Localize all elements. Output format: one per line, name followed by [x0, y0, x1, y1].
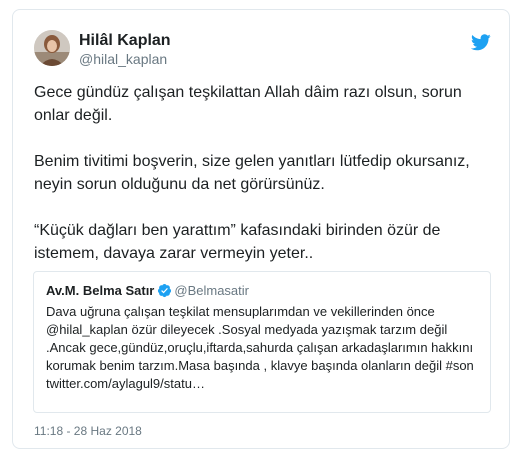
quoted-tweet-header: Av.M. Belma Satır @Belmasatir: [46, 283, 249, 298]
quoted-author-handle: @Belmasatir: [174, 283, 249, 298]
author-handle[interactable]: @hilal_kaplan: [79, 51, 167, 67]
tweet-timestamp[interactable]: 11:18 - 28 Haz 2018: [34, 424, 142, 438]
quoted-tweet-text: Dava uğruna çalışan teşkilat mensuplarım…: [46, 304, 474, 391]
quoted-tweet[interactable]: Av.M. Belma Satır @Belmasatir Dava uğrun…: [33, 271, 491, 413]
embedded-tweet-card: Hilâl Kaplan @hilal_kaplan Gece gündüz ç…: [12, 9, 510, 449]
tweet-paragraph: Gece gündüz çalışan teşkilattan Allah dâ…: [34, 84, 462, 124]
verified-badge-icon: [158, 283, 172, 298]
tweet-paragraph: “Küçük dağları ben yarattım” kafasındaki…: [34, 222, 441, 262]
tweet-text: Gece gündüz çalışan teşkilattan Allah dâ…: [34, 81, 494, 288]
avatar-photo: [34, 30, 70, 66]
quoted-author-name: Av.M. Belma Satır: [46, 283, 155, 298]
author-name[interactable]: Hilâl Kaplan: [79, 32, 171, 50]
avatar[interactable]: [34, 30, 70, 66]
tweet-paragraph: Benim tivitimi boşverin, size gelen yanı…: [34, 153, 470, 193]
twitter-bird-icon[interactable]: [471, 34, 491, 51]
